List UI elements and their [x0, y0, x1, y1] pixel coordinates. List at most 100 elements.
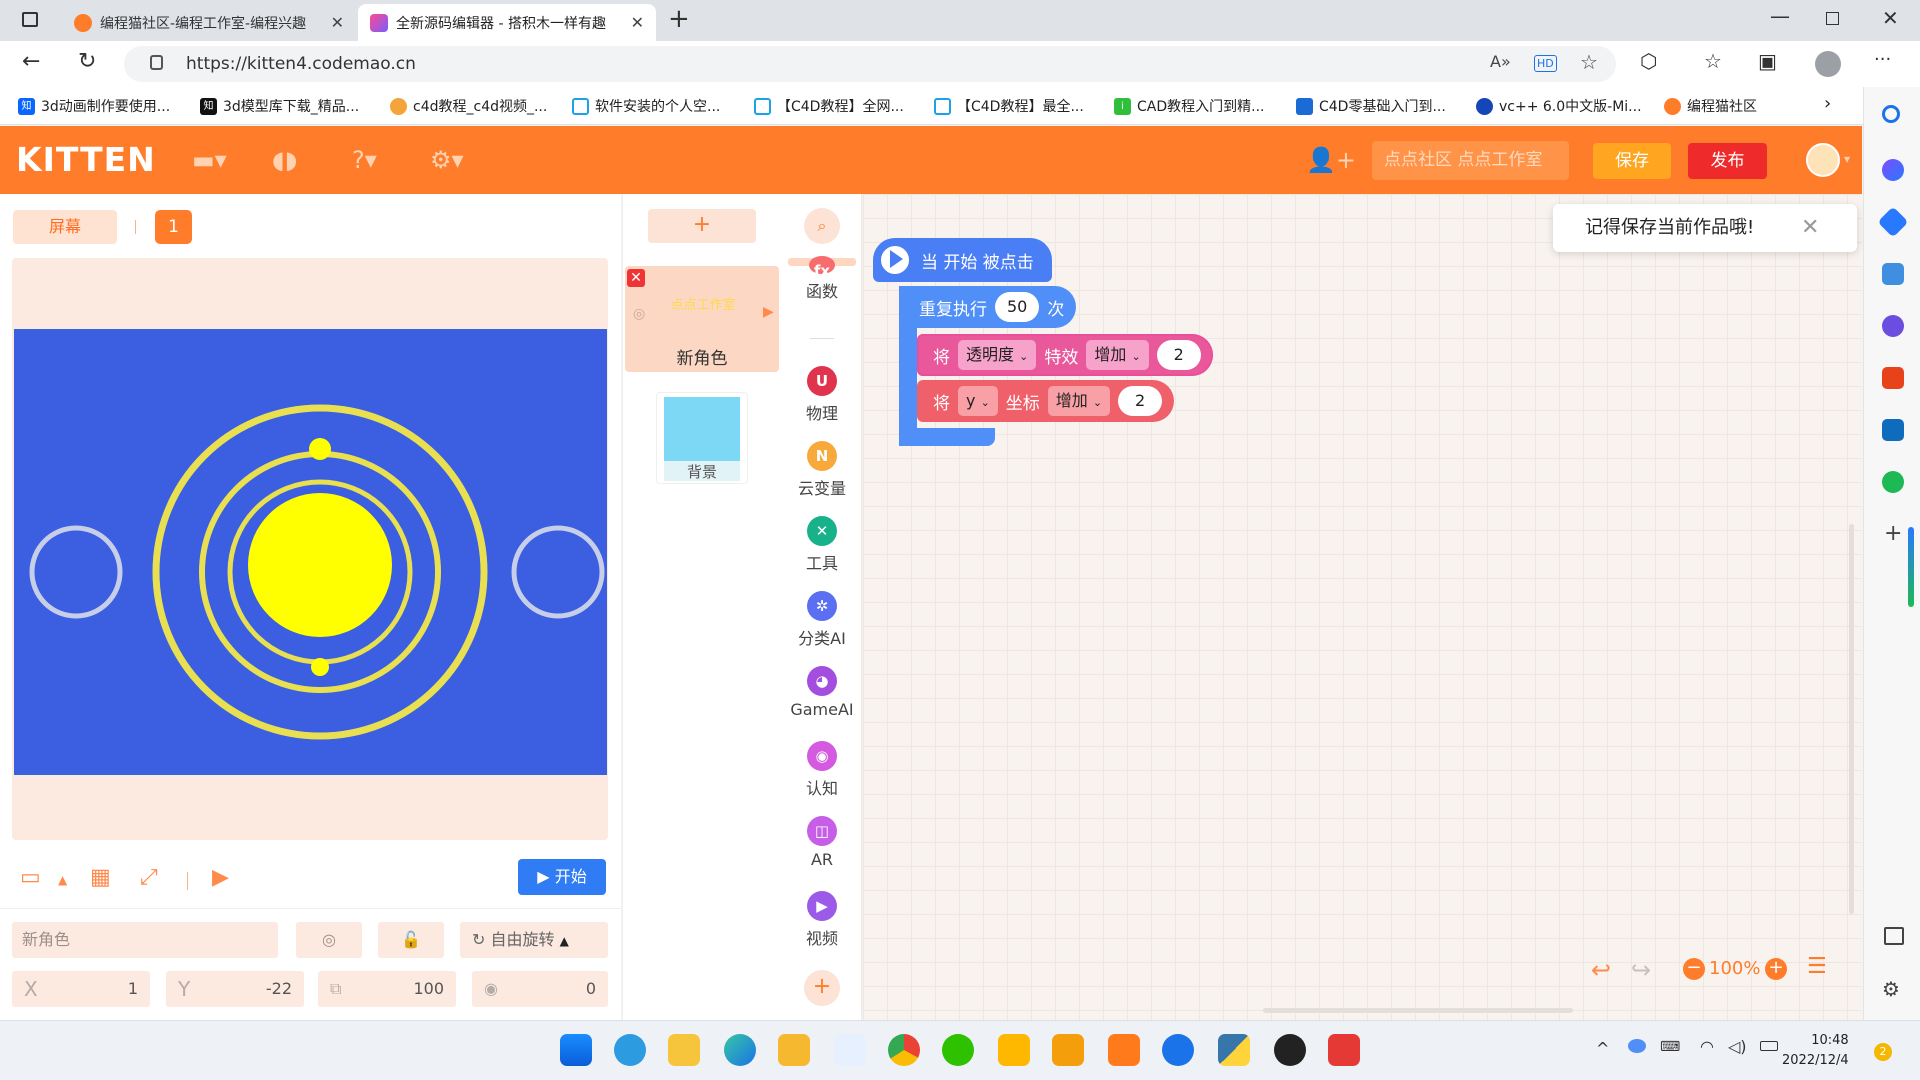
games-icon[interactable]: [1882, 315, 1904, 337]
notes-app-icon[interactable]: [778, 1034, 810, 1066]
sprite-card[interactable]: ◎ 点点工作室 ▶ 新角色: [625, 266, 779, 372]
delete-sprite-icon[interactable]: ✕: [627, 269, 645, 287]
bookmark-item[interactable]: 软件安装的个人空...: [572, 96, 720, 116]
repeat-block-bottom[interactable]: [899, 428, 995, 446]
sprite-name-input[interactable]: 新角色: [12, 922, 278, 958]
qq-icon[interactable]: [1274, 1034, 1306, 1066]
search-blocks-icon[interactable]: ⌕: [804, 208, 840, 244]
category-ar[interactable]: ◫ AR: [782, 816, 862, 869]
new-tab-icon[interactable]: +: [668, 4, 690, 34]
add-sidebar-icon[interactable]: +: [1884, 521, 1902, 546]
kitten-app-icon[interactable]: [1162, 1034, 1194, 1066]
outlook-icon[interactable]: [1882, 419, 1904, 441]
community-search-input[interactable]: 点点社区 点点工作室: [1372, 141, 1569, 180]
effect-operation-dropdown[interactable]: 增加 ⌄: [1086, 340, 1149, 370]
tray-app-icon[interactable]: [1628, 1039, 1646, 1053]
visibility-toggle[interactable]: ◎: [296, 922, 362, 958]
url-field[interactable]: https://kitten4.codemao.cn A» HD ☆: [124, 46, 1616, 82]
bookmark-item[interactable]: i CAD教程入门到精...: [1114, 96, 1264, 116]
taskbar-clock[interactable]: 10:48 2022/12/4: [1782, 1031, 1849, 1071]
favorites-icon[interactable]: ☆: [1704, 49, 1722, 73]
rotation-mode-select[interactable]: ↻ 自由旋转 ▲: [460, 922, 608, 958]
bookmark-item[interactable]: vc++ 6.0中文版-Mi...: [1476, 96, 1642, 116]
change-coordinate-block[interactable]: 将 y ⌄ 坐标 增加 ⌄ 2: [917, 380, 1175, 422]
arrange-blocks-icon[interactable]: ☰: [1807, 954, 1827, 979]
link-app-icon[interactable]: [1052, 1034, 1084, 1066]
close-tab-icon[interactable]: ✕: [331, 13, 344, 32]
wps-icon[interactable]: [1328, 1034, 1360, 1066]
hide-sidebar-icon[interactable]: [1884, 927, 1904, 945]
edge-icon[interactable]: [724, 1034, 756, 1066]
effect-value-input[interactable]: 2: [1156, 340, 1201, 370]
category-function[interactable]: fx 函数: [782, 256, 862, 302]
save-button[interactable]: 保存: [1593, 143, 1671, 179]
coordinate-value-input[interactable]: 2: [1118, 386, 1163, 416]
kugou-icon[interactable]: [998, 1034, 1030, 1066]
collections-icon[interactable]: ▣: [1758, 49, 1777, 73]
close-tab-icon[interactable]: ✕: [631, 13, 644, 32]
browser-tab-2[interactable]: 全新源码编辑器 - 搭积木一样有趣 ✕: [358, 4, 656, 41]
redo-icon[interactable]: ↪: [1631, 956, 1651, 984]
start-button[interactable]: ▶ 开始: [518, 859, 606, 895]
help-icon[interactable]: ?▾: [352, 146, 377, 174]
repeat-block[interactable]: 重复执行 50 次: [899, 286, 1077, 328]
notification-badge[interactable]: 2: [1874, 1043, 1892, 1061]
bookmark-item[interactable]: 知 3d模型库下载_精品...: [200, 96, 359, 116]
bookmark-item[interactable]: 【C4D教程】全网...: [754, 96, 904, 116]
sidebar-scroll-indicator[interactable]: [1908, 527, 1914, 607]
lock-toggle[interactable]: 🔓: [378, 922, 444, 958]
sprite-arrow-icon[interactable]: ▶: [763, 304, 774, 320]
keyboard-icon[interactable]: ⌨: [1660, 1039, 1680, 1055]
category-classify-ai[interactable]: ✲ 分类AI: [782, 591, 862, 649]
refresh-icon[interactable]: ↻: [78, 49, 96, 74]
settings-icon[interactable]: ⚙: [1882, 977, 1900, 1001]
avatar-dropdown-icon[interactable]: ▾: [1844, 152, 1850, 166]
effect-dropdown[interactable]: 透明度 ⌄: [958, 340, 1037, 370]
volume-icon[interactable]: ◁): [1728, 1037, 1747, 1056]
background-card[interactable]: 背景: [656, 392, 748, 484]
back-icon[interactable]: ←: [22, 49, 40, 74]
screen-button[interactable]: 屏幕: [13, 210, 117, 244]
wechat-icon[interactable]: [942, 1034, 974, 1066]
when-start-clicked-block[interactable]: 当 开始 被点击: [873, 238, 1052, 282]
hidden-eye-icon[interactable]: ◎: [633, 306, 645, 322]
small-stage-icon[interactable]: ▭: [20, 865, 41, 890]
y-field[interactable]: Y -22: [166, 971, 304, 1007]
fullscreen-icon[interactable]: ⤢: [140, 865, 158, 890]
grid-icon[interactable]: ▦: [90, 865, 111, 890]
copilot-icon[interactable]: [1882, 159, 1904, 181]
add-sprite-button[interactable]: +: [648, 209, 756, 243]
repeat-count-input[interactable]: 50: [995, 292, 1040, 322]
browser-tab-1[interactable]: 编程猫社区-编程工作室-编程兴趣 ✕: [62, 4, 356, 41]
backpack-icon[interactable]: ◖◗: [272, 146, 297, 174]
sublime-icon[interactable]: [1108, 1034, 1140, 1066]
size-field[interactable]: ⧉ 100: [318, 971, 456, 1007]
tray-expand-icon[interactable]: ^: [1596, 1039, 1609, 1058]
minimize-icon[interactable]: —: [1770, 4, 1790, 28]
bookmark-item[interactable]: 知 3d动画制作要使用...: [18, 96, 170, 116]
category-video[interactable]: ▶ 视频: [782, 891, 862, 949]
file-explorer-icon[interactable]: [668, 1034, 700, 1066]
coordinate-operation-dropdown[interactable]: 增加 ⌄: [1047, 386, 1111, 416]
vertical-scrollbar[interactable]: [1849, 524, 1854, 914]
bookmark-item[interactable]: C4D零基础入门到...: [1296, 96, 1446, 116]
chrome-icon[interactable]: [888, 1034, 920, 1066]
undo-icon[interactable]: ↩: [1591, 956, 1611, 984]
file-menu-icon[interactable]: ▬▾: [192, 146, 227, 174]
ie-icon[interactable]: [614, 1034, 646, 1066]
bookmark-item[interactable]: 编程猫社区: [1664, 96, 1757, 116]
record-icon[interactable]: ▶: [212, 865, 229, 890]
profile-avatar[interactable]: [1815, 51, 1841, 77]
hd-icon[interactable]: HD: [1534, 55, 1557, 72]
shopping-icon[interactable]: [1877, 206, 1909, 238]
change-effect-block[interactable]: 将 透明度 ⌄ 特效 增加 ⌄ 2: [917, 334, 1213, 376]
settings-icon[interactable]: ⚙▾: [430, 146, 464, 174]
read-aloud-icon[interactable]: A»: [1490, 52, 1511, 71]
baidu-netdisk-icon[interactable]: [834, 1034, 866, 1066]
stage-size-dropdown-icon[interactable]: ▲: [58, 873, 67, 887]
category-cloud-variable[interactable]: N 云变量: [782, 441, 862, 499]
bookmark-item[interactable]: 【C4D教程】最全...: [934, 96, 1084, 116]
spotify-icon[interactable]: [1882, 471, 1904, 493]
code-workspace[interactable]: 当 开始 被点击 重复执行 50 次 将 透明度 ⌄ 特效 增加 ⌄ 2 将 y…: [863, 194, 1862, 1020]
more-icon[interactable]: ···: [1874, 49, 1891, 70]
